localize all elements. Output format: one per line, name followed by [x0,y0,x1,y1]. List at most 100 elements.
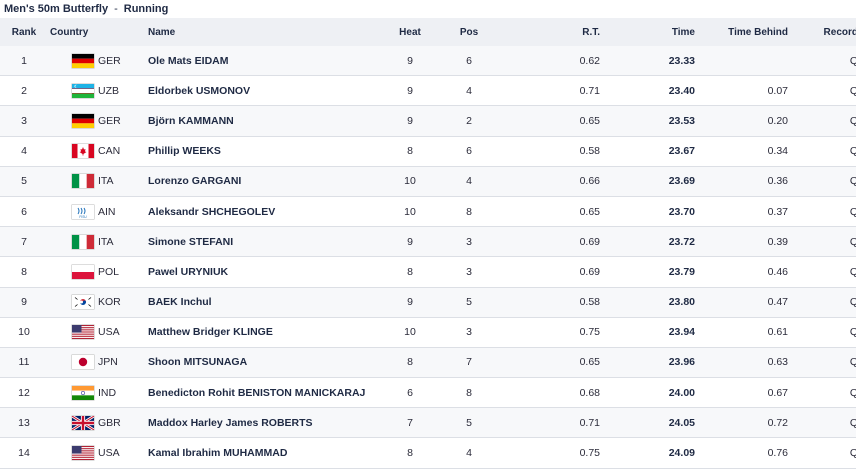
record-cell: Q [788,136,856,167]
result-row[interactable]: 5 ITA Lorenzo GARGANI 10 4 0.66 23.69 0.36 Q [0,166,856,197]
result-row[interactable]: 4 CAN Phillip WEEKS 8 6 0.58 23.67 0.34 Q [0,136,856,167]
reaction-time-cell: 0.65 [500,196,600,228]
record-cell: Q [788,226,856,258]
time-cell: 24.00 [600,377,695,409]
country-cell: UZB [48,75,148,107]
time-behind-cell: 0.36 [695,166,788,197]
record-cell: Q [788,317,856,348]
country-code: KOR [98,296,121,309]
athlete-name: Aleksandr SHCHEGOLEV [148,196,382,228]
time-behind-cell: 0.39 [695,226,788,258]
athlete-name: Benedicton Rohit BENISTON MANICKARAJ [148,377,382,409]
result-row[interactable]: 3 GER Björn KAMMANN 9 2 0.65 23.53 0.20 Q [0,105,856,137]
athlete-name: Eldorbek USMONOV [148,75,382,107]
time-cell: 24.09 [600,437,695,469]
record-cell: Q [788,377,856,409]
heat-cell: 9 [382,226,438,258]
country-cell: GBR [48,407,148,439]
athlete-name: Maddox Harley James ROBERTS [148,407,382,439]
col-header-rank[interactable]: Rank [0,18,48,46]
lane-position-cell: 4 [438,166,500,197]
time-behind-cell: 0.76 [695,437,788,469]
col-header-country[interactable]: Country [48,18,148,46]
rank-cell: 10 [0,317,48,348]
lane-position-cell: 6 [438,46,500,77]
time-cell: 23.40 [600,75,695,107]
time-cell: 23.67 [600,136,695,167]
record-cell: Q [788,46,856,77]
heat-cell: 10 [382,166,438,197]
time-behind-cell: 0.37 [695,196,788,228]
result-row[interactable]: 14 USA Kamal Ibrahim MUHAMMAD 8 4 0.75 24.09 0.… [0,437,856,469]
time-behind-cell: 0.61 [695,317,788,348]
athlete-name: Pawel URYNIUK [148,256,382,288]
athlete-name: Kamal Ibrahim MUHAMMAD [148,437,382,469]
time-cell: 23.69 [600,166,695,197]
results-title-bar: Men's 50m Butterfly - Running [0,0,856,18]
record-cell: Q [788,347,856,379]
heat-cell: 9 [382,287,438,318]
col-header-time[interactable]: Time [600,18,695,46]
rank-cell: 4 [0,136,48,167]
heat-cell: 9 [382,75,438,107]
heat-cell: 9 [382,46,438,77]
lane-position-cell: 4 [438,437,500,469]
result-row[interactable]: 13 GBR Maddox Harley James ROBERTS 7 5 0.71 24… [0,407,856,439]
heat-cell: 8 [382,256,438,288]
time-cell: 23.53 [600,105,695,137]
athlete-name: Matthew Bridger KLINGE [148,317,382,348]
record-cell: Q [788,437,856,469]
heat-cell: 8 [382,437,438,469]
result-row[interactable]: 7 ITA Simone STEFANI 9 3 0.69 23.72 0.39 Q [0,226,856,258]
athlete-name: Phillip WEEKS [148,136,382,167]
athlete-name: Björn KAMMANN [148,105,382,137]
col-header-reaction-time[interactable]: R.T. [500,18,600,46]
lane-position-cell: 3 [438,317,500,348]
ita-flag-icon [72,174,94,189]
lane-position-cell: 8 [438,196,500,228]
reaction-time-cell: 0.66 [500,166,600,197]
result-row[interactable]: 2 UZB Eldorbek USMONOV 9 4 0.71 23.40 0.07 Q [0,75,856,107]
heat-cell: 7 [382,407,438,439]
result-row[interactable]: 6 FISU AIN Aleksandr SHCHEGOLEV 10 8 0.65 23.70… [0,196,856,228]
heat-cell: 10 [382,317,438,348]
country-cell: ITA [48,166,148,197]
result-row[interactable]: 1 GER Ole Mats EIDAM 9 6 0.62 23.33 Q [0,46,856,77]
country-code: CAN [98,145,121,158]
time-cell: 23.72 [600,226,695,258]
rank-cell: 5 [0,166,48,197]
time-behind-cell: 0.67 [695,377,788,409]
result-row[interactable]: 9 KOR BAEK Inchul 9 5 0.58 23.80 0.47 Q [0,287,856,318]
results-table: Rank Country Name Heat Pos R.T. Time Tim… [0,18,856,469]
time-cell: 23.80 [600,287,695,318]
result-row[interactable]: 10 USA Matthew Bridger KLINGE 10 3 0.75 23.94 0… [0,317,856,348]
reaction-time-cell: 0.58 [500,136,600,167]
record-cell: Q [788,196,856,228]
gbr-flag-icon [72,415,94,430]
record-cell: Q [788,287,856,318]
time-cell: 23.96 [600,347,695,379]
athlete-name: BAEK Inchul [148,287,382,318]
reaction-time-cell: 0.71 [500,75,600,107]
col-header-heat[interactable]: Heat [382,18,438,46]
col-header-time-behind[interactable]: Time Behind [695,18,788,46]
lane-position-cell: 2 [438,105,500,137]
col-header-record[interactable]: Record [788,18,856,46]
col-header-name[interactable]: Name [148,18,382,46]
event-title: Men's 50m Butterfly [4,3,109,15]
result-row[interactable]: 11 JPN Shoon MITSUNAGA 8 7 0.65 23.96 0.63 Q [0,347,856,379]
result-row[interactable]: 12 IND Benedicton Rohit BENISTON MANICKARA… [0,377,856,409]
time-cell: 24.05 [600,407,695,439]
result-row[interactable]: 8 POL Pawel URYNIUK 8 3 0.69 23.79 0.46 Q [0,256,856,288]
lane-position-cell: 7 [438,347,500,379]
athlete-name: Simone STEFANI [148,226,382,258]
svg-text:FISU: FISU [79,215,87,219]
country-cell: POL [48,256,148,288]
country-code: AIN [98,205,116,218]
results-table-header: Rank Country Name Heat Pos R.T. Time Tim… [0,18,856,46]
time-cell: 23.33 [600,46,695,77]
country-cell: GER [48,105,148,137]
col-header-pos[interactable]: Pos [438,18,500,46]
lane-position-cell: 8 [438,377,500,409]
country-code: IND [98,386,117,399]
